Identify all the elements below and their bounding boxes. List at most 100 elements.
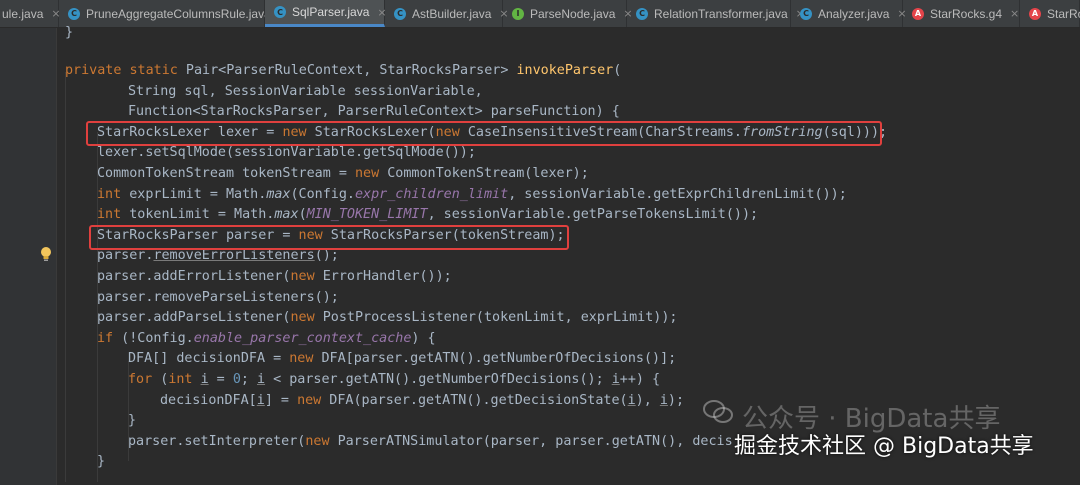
code-token: ), bbox=[635, 392, 660, 408]
code-token: PostProcessListener(tokenLimit, exprLimi… bbox=[314, 310, 678, 326]
java-class-icon: C bbox=[394, 7, 406, 20]
code-token: new bbox=[297, 392, 322, 408]
code-line: } bbox=[97, 452, 105, 473]
tab-label: AstBuilder.java bbox=[412, 6, 492, 21]
tab-astbuilder-java[interactable]: C AstBuilder.java × bbox=[385, 0, 509, 27]
code-token: ParserATNSimulator(parser, parser.getATN… bbox=[329, 433, 733, 449]
antlr-icon: A bbox=[912, 7, 924, 20]
code-line: parser.addErrorListener(new ErrorHandler… bbox=[97, 267, 452, 288]
code-token: DFA[] decisionDFA = bbox=[128, 351, 290, 367]
code-token: ++) { bbox=[619, 372, 661, 387]
code-token: ( bbox=[152, 372, 169, 387]
code-token: String sql, SessionVariable sessionVaria… bbox=[128, 83, 483, 99]
code-token: int bbox=[97, 186, 122, 202]
code-line: parser.setInterpreter(new ParserATNSimul… bbox=[128, 432, 733, 453]
tab-pruneaggregatecolumnsrule-java[interactable]: C PruneAggregateColumnsRule.java × bbox=[59, 0, 288, 27]
code-token: Pair<ParserRuleContext, StarRocksParser> bbox=[177, 63, 517, 78]
code-token: parser.addParseListener( bbox=[97, 310, 291, 326]
tab-rule-java[interactable]: ule.java × bbox=[0, 0, 61, 27]
code-token: parser.removeParseListeners(); bbox=[97, 289, 339, 305]
code-token: lexer.setSqlMode(sessionVariable.getSqlM… bbox=[97, 145, 476, 161]
lightbulb-icon[interactable] bbox=[40, 246, 52, 262]
tab-parsenode-java[interactable]: I ParseNode.java × bbox=[503, 0, 633, 27]
code-token: ( bbox=[298, 207, 307, 223]
tab-label: SqlParser.java bbox=[292, 5, 370, 19]
code-token: DFA(parser.getATN().getDecisionState( bbox=[321, 392, 628, 408]
code-line: } bbox=[128, 411, 136, 432]
java-class-icon: C bbox=[636, 7, 648, 20]
code-token: CommonTokenStream tokenStream = bbox=[97, 166, 355, 181]
code-token: ); bbox=[667, 392, 685, 408]
code-token: i bbox=[659, 392, 668, 408]
code-token: enable_parser_context_cache bbox=[193, 330, 412, 346]
code-token: invokeParser bbox=[516, 63, 614, 78]
code-token: new bbox=[354, 166, 380, 181]
highlight-box-lexer bbox=[86, 121, 882, 146]
tab-starrocks-truncated[interactable]: A StarRoc bbox=[1020, 0, 1080, 27]
code-token: int bbox=[168, 372, 193, 387]
code-token: < parser.getATN().getNumberOfDecisions()… bbox=[265, 372, 612, 387]
code-line: decisionDFA[i] = new DFA(parser.getATN()… bbox=[160, 391, 684, 412]
code-token: (); bbox=[314, 248, 339, 264]
code-token: new bbox=[289, 351, 314, 367]
code-token: tokenLimit = Math. bbox=[121, 207, 275, 223]
code-token: new bbox=[305, 433, 330, 449]
code-token: DFA[parser.getATN().getNumberOfDecisions… bbox=[313, 351, 677, 367]
code-token: parser.addErrorListener( bbox=[97, 269, 291, 284]
code-line: } bbox=[65, 23, 73, 44]
tab-label: ule.java bbox=[2, 6, 44, 21]
code-token: } bbox=[65, 25, 74, 40]
code-token: (!Config. bbox=[113, 330, 194, 346]
close-icon[interactable]: × bbox=[1010, 7, 1019, 20]
code-token: MIN_TOKEN_LIMIT bbox=[306, 207, 428, 223]
java-class-icon: C bbox=[68, 7, 80, 20]
code-line: parser.removeParseListeners(); bbox=[97, 288, 339, 309]
code-token: } bbox=[97, 454, 106, 470]
java-class-icon: C bbox=[800, 7, 812, 20]
code-token: parser. bbox=[97, 248, 154, 264]
java-interface-icon: I bbox=[512, 7, 524, 20]
code-line: private static Pair<ParserRuleContext, S… bbox=[65, 61, 621, 82]
tab-label: ParseNode.java bbox=[530, 6, 616, 21]
code-token: ] = bbox=[264, 392, 298, 408]
tab-sqlparser-java[interactable]: C SqlParser.java × bbox=[265, 0, 387, 27]
code-line: parser.addParseListener(new PostProcessL… bbox=[97, 308, 677, 329]
code-token: i bbox=[611, 372, 620, 387]
tab-label: RelationTransformer.java bbox=[654, 6, 788, 21]
code-token: removeErrorListeners bbox=[153, 248, 315, 264]
code-token: 0 bbox=[232, 372, 241, 387]
code-token: max bbox=[266, 186, 291, 202]
java-class-icon: C bbox=[274, 6, 286, 18]
code-line: lexer.setSqlMode(sessionVariable.getSqlM… bbox=[97, 143, 476, 164]
tab-analyzer-java[interactable]: C Analyzer.java × bbox=[791, 0, 907, 27]
code-token: i bbox=[256, 392, 265, 408]
code-line: Function<StarRocksParser, ParserRuleCont… bbox=[128, 102, 620, 123]
tab-label: StarRocks.g4 bbox=[930, 6, 1003, 21]
code-token: i bbox=[200, 372, 209, 387]
code-token: expr_children_limit bbox=[355, 186, 509, 202]
code-token: int bbox=[97, 207, 122, 223]
tab-label: Analyzer.java bbox=[818, 6, 890, 21]
code-token: private static bbox=[65, 63, 178, 78]
code-line: if (!Config.enable_parser_context_cache)… bbox=[97, 329, 436, 350]
code-line: int exprLimit = Math.max(Config.expr_chi… bbox=[97, 185, 847, 206]
code-token: } bbox=[128, 413, 137, 429]
tab-starrocks-g4[interactable]: A StarRocks.g4 × bbox=[903, 0, 1020, 27]
code-line: int tokenLimit = Math.max(MIN_TOKEN_LIMI… bbox=[97, 205, 758, 226]
antlr-icon: A bbox=[1029, 7, 1041, 20]
code-token: ErrorHandler()); bbox=[314, 269, 452, 284]
wechat-logo-icon bbox=[703, 400, 733, 423]
code-token: decisionDFA[ bbox=[160, 392, 257, 408]
code-token: Function<StarRocksParser, ParserRuleCont… bbox=[128, 104, 620, 120]
code-token: max bbox=[274, 207, 299, 223]
watermark: 公众号 · BigData共享 掘金技术社区 @ BigData共享 bbox=[688, 386, 1080, 485]
code-line: DFA[] decisionDFA = new DFA[parser.getAT… bbox=[128, 349, 676, 370]
code-token: , sessionVariable.getParseTokensLimit())… bbox=[427, 207, 759, 223]
code-token: if bbox=[97, 330, 114, 346]
tab-relationtransformer-java[interactable]: C RelationTransformer.java × bbox=[627, 0, 805, 27]
code-token: i bbox=[257, 372, 266, 387]
tab-label: StarRoc bbox=[1047, 6, 1080, 21]
code-token: , sessionVariable.getExprChildrenLimit()… bbox=[508, 186, 847, 202]
code-token: exprLimit = Math. bbox=[121, 186, 267, 202]
